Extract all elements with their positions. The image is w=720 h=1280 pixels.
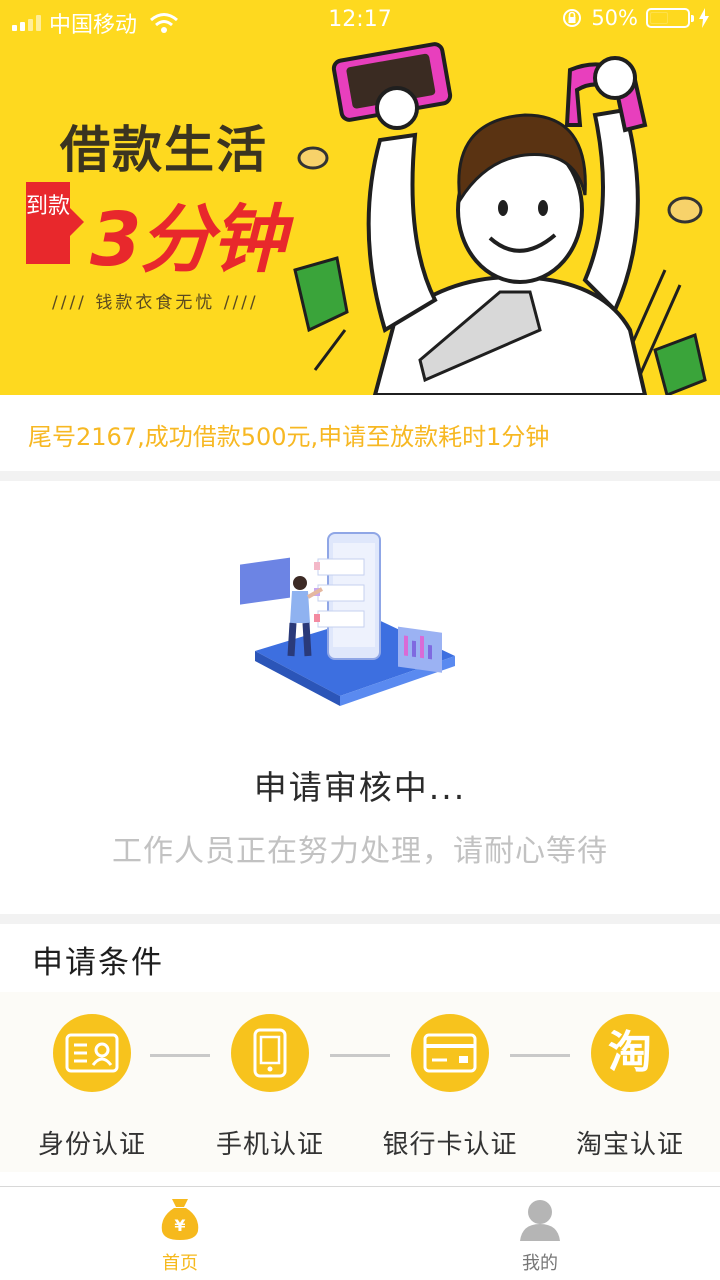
- review-status-card: 申请审核中... 工作人员正在努力处理，请耐心等待: [0, 481, 720, 914]
- loan-ticker: 尾号2167,成功借款500元,申请至放款耗时1分钟: [0, 395, 720, 471]
- banner-tag: 到款: [26, 182, 84, 264]
- review-subtitle: 工作人员正在努力处理，请耐心等待: [112, 834, 608, 869]
- step-id-verification[interactable]: 身份认证: [12, 1014, 172, 1161]
- bank-card-icon: [411, 1014, 489, 1092]
- tab-home-label: 首页: [162, 1253, 198, 1274]
- user-icon: [520, 1200, 560, 1241]
- step-label: 银行卡认证: [382, 1130, 518, 1160]
- status-right: 50%: [561, 6, 710, 30]
- id-card-icon: [53, 1014, 131, 1092]
- tab-me-label: 我的: [522, 1253, 558, 1274]
- battery-percent: 50%: [591, 6, 638, 30]
- banner-highlight: 3分钟: [90, 197, 285, 283]
- taobao-icon: 淘: [591, 1014, 669, 1092]
- conditions-title: 申请条件: [32, 945, 164, 981]
- bottom-tab-bar: ¥ 首页 我的: [0, 1186, 720, 1280]
- step-phone-verification[interactable]: 手机认证: [190, 1014, 350, 1161]
- promo-banner[interactable]: 中国移动 12:17 50% 借款生活 到款 3分钟 //// 钱款衣食无忧 /…: [0, 0, 720, 395]
- charging-icon: [699, 8, 709, 28]
- currency-glyph: ¥: [174, 1216, 185, 1235]
- banner-slogan: //// 钱款衣食无忧 ////: [52, 293, 259, 313]
- happy-man-illustration: [293, 42, 707, 395]
- step-label: 身份认证: [37, 1130, 146, 1160]
- step-taobao-verification[interactable]: 淘 淘宝认证: [550, 1014, 710, 1161]
- review-title: 申请审核中...: [253, 768, 467, 807]
- ticker-text: 尾号2167,成功借款500元,申请至放款耗时1分钟: [28, 423, 550, 451]
- banner-title: 借款生活: [60, 121, 268, 179]
- tab-me[interactable]: 我的: [470, 1197, 610, 1275]
- tab-home[interactable]: ¥ 首页: [110, 1197, 250, 1275]
- review-illustration: [240, 532, 455, 706]
- battery-icon: [646, 8, 694, 28]
- rotation-lock-icon: [563, 9, 582, 27]
- taobao-glyph: 淘: [608, 1027, 652, 1078]
- conditions-steps: 身份认证 手机认证 银行卡认证 淘 淘宝认证: [0, 992, 720, 1172]
- status-bar: 中国移动 12:17 50%: [0, 0, 720, 40]
- money-bag-icon: ¥: [161, 1199, 199, 1240]
- step-bank-card-verification[interactable]: 银行卡认证: [370, 1014, 530, 1161]
- conditions-section: 申请条件 身份认证 手机认证 银行卡认证 淘 淘宝认证: [0, 924, 720, 1186]
- phone-icon: [231, 1014, 309, 1092]
- step-label: 手机认证: [215, 1130, 324, 1160]
- step-label: 淘宝认证: [575, 1130, 684, 1160]
